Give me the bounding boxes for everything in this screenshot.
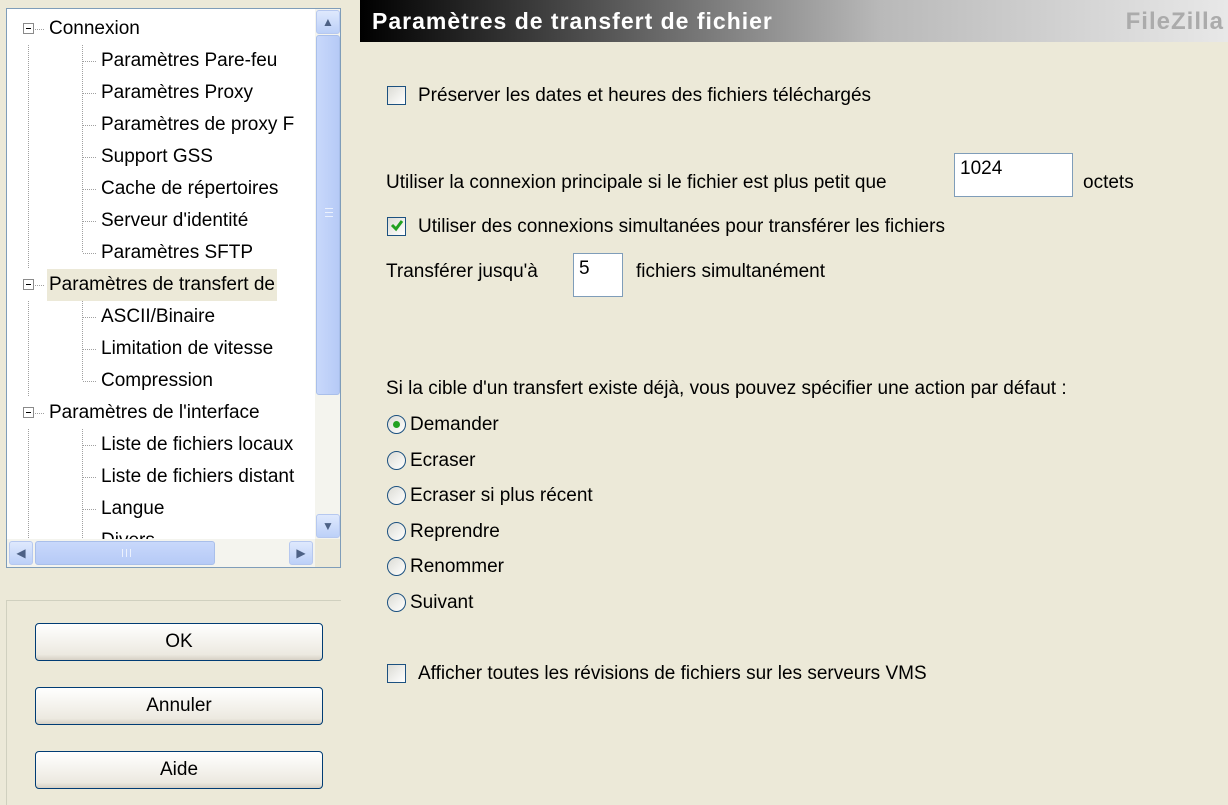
tree-item[interactable]: Paramètres Pare-feu <box>7 45 315 77</box>
tree-item-label: Limitation de vitesse <box>101 338 274 359</box>
tree-item[interactable]: Divers <box>7 525 315 539</box>
dialog-buttons: OK Annuler Aide <box>6 600 341 805</box>
transfer-limit-label: Transférer jusqu'à <box>386 261 538 282</box>
action-radio-label: Demander <box>410 414 499 435</box>
scroll-down-button[interactable]: ▼ <box>316 514 340 538</box>
main-connection-label: Utiliser la connexion principale si le f… <box>386 172 887 193</box>
chevron-up-icon: ▲ <box>322 15 334 29</box>
vms-revisions-checkbox[interactable] <box>387 664 406 683</box>
tree-item-label: Paramètres de proxy F <box>101 114 295 135</box>
tree-item[interactable]: Paramètres SFTP <box>7 237 315 269</box>
simultaneous-label: Utiliser des connexions simultanées pour… <box>418 216 945 237</box>
main-connection-size-field[interactable]: 1024 <box>954 153 1073 197</box>
tree-item[interactable]: Langue <box>7 493 315 525</box>
tree-item[interactable]: Paramètres de transfert de <box>7 269 315 301</box>
collapse-icon[interactable] <box>23 23 34 34</box>
tree-item[interactable]: Paramètres de l'interface <box>7 397 315 429</box>
tree-item[interactable]: Paramètres de proxy F <box>7 109 315 141</box>
exists-action-prompt: Si la cible d'un transfert existe déjà, … <box>386 378 1067 399</box>
tree-item[interactable]: Serveur d'identité <box>7 205 315 237</box>
cancel-button[interactable]: Annuler <box>35 687 323 725</box>
action-radio-label: Suivant <box>410 592 474 613</box>
tree-rows: Connexion Paramètres Pare-feu Paramètres P… <box>7 9 315 539</box>
scroll-up-button[interactable]: ▲ <box>316 10 340 34</box>
transfer-limit-field[interactable]: 5 <box>573 253 623 297</box>
action-radio[interactable] <box>387 522 406 541</box>
page-header: Paramètres de transfert de fichier FileZ… <box>360 0 1228 42</box>
tree-item-label: Paramètres SFTP <box>101 242 254 263</box>
tree-item[interactable]: Compression <box>7 365 315 397</box>
tree-item-label: Paramètres Pare-feu <box>101 50 278 71</box>
chevron-down-icon: ▼ <box>322 519 334 533</box>
tree-item[interactable]: Paramètres Proxy <box>7 77 315 109</box>
vertical-scrollbar[interactable]: ▲ ▼ <box>315 9 340 539</box>
page-title: Paramètres de transfert de fichier <box>372 8 773 34</box>
chevron-left-icon: ◀ <box>16 546 26 560</box>
tree-item-label: ASCII/Binaire <box>101 306 216 327</box>
vertical-scroll-thumb[interactable] <box>316 35 340 395</box>
transfer-limit-suffix: fichiers simultanément <box>636 261 826 282</box>
ok-button[interactable]: OK <box>35 623 323 661</box>
filezilla-logo: FileZilla <box>1125 8 1224 35</box>
collapse-icon[interactable] <box>23 279 34 290</box>
preserve-dates-label: Préserver les dates et heures des fichie… <box>418 85 872 106</box>
action-radio-label: Renommer <box>410 556 504 577</box>
tree-item-label: Cache de répertoires <box>101 178 279 199</box>
tree-item-label: Paramètres Proxy <box>101 82 254 103</box>
collapse-icon[interactable] <box>23 407 34 418</box>
tree-item-label: Liste de fichiers locaux <box>101 434 294 455</box>
horizontal-scroll-thumb[interactable] <box>35 541 215 565</box>
chevron-right-icon: ▶ <box>296 546 306 560</box>
action-radio[interactable] <box>387 486 406 505</box>
tree-item-label: Liste de fichiers distant <box>101 466 295 487</box>
tree-item[interactable]: Limitation de vitesse <box>7 333 315 365</box>
tree-item[interactable]: Cache de répertoires <box>7 173 315 205</box>
action-radio[interactable] <box>387 415 406 434</box>
scroll-corner <box>315 539 340 567</box>
tree-item[interactable]: Liste de fichiers distant <box>7 461 315 493</box>
tree-item-label: Connexion <box>49 18 140 39</box>
scroll-left-button[interactable]: ◀ <box>9 541 33 565</box>
tree-item-label: Divers <box>99 525 157 539</box>
tree-item-label: Paramètres de transfert de <box>47 269 277 301</box>
tree-item-label: Compression <box>101 370 213 391</box>
tree-item-label: Paramètres de l'interface <box>49 402 260 423</box>
action-radio-label: Reprendre <box>410 521 500 542</box>
simultaneous-checkbox[interactable] <box>387 217 406 236</box>
action-radio[interactable] <box>387 451 406 470</box>
action-radio-label: Ecraser <box>410 450 476 471</box>
help-button[interactable]: Aide <box>35 751 323 789</box>
action-radio-label: Ecraser si plus récent <box>410 485 593 506</box>
tree-item[interactable]: Connexion <box>7 13 315 45</box>
tree-item-label: Serveur d'identité <box>101 210 249 231</box>
tree-item[interactable]: Liste de fichiers locaux <box>7 429 315 461</box>
vms-revisions-label: Afficher toutes les révisions de fichier… <box>418 663 927 684</box>
action-radio[interactable] <box>387 593 406 612</box>
horizontal-scrollbar[interactable]: ◀ ▶ <box>7 539 315 567</box>
settings-tree[interactable]: Connexion Paramètres Pare-feu Paramètres P… <box>6 8 341 568</box>
preserve-dates-checkbox[interactable] <box>387 86 406 105</box>
checkmark-icon <box>390 220 404 232</box>
radio-selected-icon <box>393 421 400 428</box>
tree-item-label: Support GSS <box>101 146 213 167</box>
action-radio[interactable] <box>387 557 406 576</box>
main-connection-unit: octets <box>1083 172 1134 193</box>
tree-item[interactable]: Support GSS <box>7 141 315 173</box>
tree-item[interactable]: ASCII/Binaire <box>7 301 315 333</box>
scroll-right-button[interactable]: ▶ <box>289 541 313 565</box>
tree-item-label: Langue <box>101 498 165 519</box>
